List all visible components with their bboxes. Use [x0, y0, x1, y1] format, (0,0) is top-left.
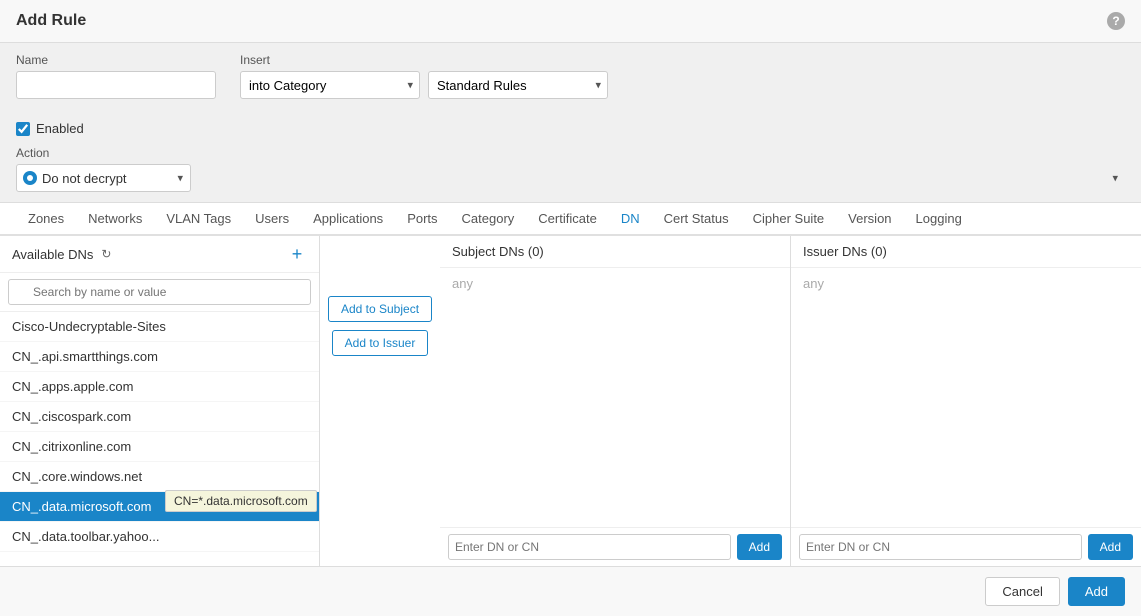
available-dns-title: Available DNs ↻ [12, 247, 113, 262]
dialog-header: Add Rule ? [0, 0, 1141, 43]
dialog-title: Add Rule [16, 12, 86, 30]
subject-dns-panel: Subject DNs (0) any Add [440, 236, 791, 566]
insert-category-select[interactable]: into Category before Rule after Rule [240, 71, 420, 99]
issuer-dns-footer: Add [791, 527, 1141, 566]
action-label: Action [16, 146, 1125, 160]
dn-item-selected[interactable]: CN_.data.microsoft.com [0, 492, 319, 522]
tab-version[interactable]: Version [836, 203, 903, 236]
add-to-issuer-button[interactable]: Add to Issuer [332, 330, 429, 356]
dialog-footer: Cancel Add [0, 566, 1141, 616]
tab-applications[interactable]: Applications [301, 203, 395, 236]
search-wrapper [8, 279, 311, 305]
name-group: Name Enabled [16, 53, 216, 136]
action-select-wrapper: Do not decrypt [16, 164, 1125, 192]
search-input[interactable] [8, 279, 311, 305]
tab-dn[interactable]: DN [609, 203, 652, 236]
subject-dn-input[interactable] [448, 534, 731, 560]
dn-item[interactable]: CN_.ciscospark.com [0, 402, 319, 432]
cancel-button[interactable]: Cancel [985, 577, 1059, 606]
enabled-label: Enabled [36, 121, 84, 136]
action-row: Action Do not decrypt [0, 142, 1141, 203]
subject-dns-header: Subject DNs (0) [440, 236, 790, 268]
subject-dns-placeholder: any [452, 276, 473, 291]
dn-item[interactable]: Cisco-Undecryptable-Sites [0, 312, 319, 342]
insert-row: into Category before Rule after Rule Sta… [240, 71, 608, 99]
enabled-row: Enabled [16, 121, 216, 136]
tab-logging[interactable]: Logging [904, 203, 974, 236]
issuer-dns-placeholder: any [803, 276, 824, 291]
add-dn-list-button[interactable]: + [287, 244, 307, 264]
action-icon [23, 171, 37, 185]
issuer-dns-panel: Issuer DNs (0) any Add [791, 236, 1141, 566]
add-rule-dialog: Add Rule ? Name Enabled Insert into Cate… [0, 0, 1141, 616]
tab-users[interactable]: Users [243, 203, 301, 236]
refresh-icon[interactable]: ↻ [99, 247, 113, 261]
dn-item[interactable]: CN_.data.toolbar.yahoo... [0, 522, 319, 552]
issuer-dns-header: Issuer DNs (0) [791, 236, 1141, 268]
insert-group: Insert into Category before Rule after R… [240, 53, 608, 99]
subject-dns-body: any [440, 268, 790, 527]
tabs-bar: Zones Networks VLAN Tags Users Applicati… [0, 203, 1141, 236]
right-panels: Subject DNs (0) any Add Issuer DNs (0) a… [440, 236, 1141, 566]
tab-networks[interactable]: Networks [76, 203, 154, 236]
tab-cert-status[interactable]: Cert Status [652, 203, 741, 236]
middle-buttons: Add to Subject Add to Issuer [320, 236, 440, 566]
action-group: Action Do not decrypt [16, 146, 1125, 192]
help-icon[interactable]: ? [1107, 12, 1125, 30]
tab-ports[interactable]: Ports [395, 203, 449, 236]
standard-rules-wrapper: Standard Rules Mandatory Rules Default R… [428, 71, 608, 99]
dn-item[interactable]: CN_.core.windows.net [0, 462, 319, 492]
tab-zones[interactable]: Zones [16, 203, 76, 236]
insert-label: Insert [240, 53, 608, 67]
tab-vlan-tags[interactable]: VLAN Tags [154, 203, 243, 236]
available-dns-title-text: Available DNs [12, 247, 93, 262]
content-area: Available DNs ↻ + Cisco-Undecryptable-Si… [0, 236, 1141, 566]
tab-category[interactable]: Category [450, 203, 527, 236]
available-dns-panel: Available DNs ↻ + Cisco-Undecryptable-Si… [0, 236, 320, 566]
add-to-subject-button[interactable]: Add to Subject [328, 296, 432, 322]
issuer-dn-input[interactable] [799, 534, 1082, 560]
dn-list: Cisco-Undecryptable-Sites CN_.api.smartt… [0, 312, 319, 566]
name-input[interactable] [16, 71, 216, 99]
dn-item[interactable]: CN_.api.smartthings.com [0, 342, 319, 372]
enabled-checkbox[interactable] [16, 122, 30, 136]
standard-rules-select[interactable]: Standard Rules Mandatory Rules Default R… [428, 71, 608, 99]
dn-item[interactable]: CN_.citrixonline.com [0, 432, 319, 462]
insert-category-wrapper: into Category before Rule after Rule [240, 71, 420, 99]
search-box-wrapper [0, 273, 319, 312]
subject-dns-footer: Add [440, 527, 790, 566]
available-dns-header: Available DNs ↻ + [0, 236, 319, 273]
action-select[interactable]: Do not decrypt [16, 164, 191, 192]
dn-item[interactable]: CN_.apps.apple.com [0, 372, 319, 402]
issuer-dns-body: any [791, 268, 1141, 527]
tab-cipher-suite[interactable]: Cipher Suite [741, 203, 837, 236]
action-text: Do not decrypt [42, 171, 127, 186]
tab-certificate[interactable]: Certificate [526, 203, 609, 236]
add-button[interactable]: Add [1068, 577, 1125, 606]
subject-add-button[interactable]: Add [737, 534, 782, 560]
issuer-add-button[interactable]: Add [1088, 534, 1133, 560]
form-top-row: Name Enabled Insert into Category before… [0, 43, 1141, 142]
name-label: Name [16, 53, 216, 67]
